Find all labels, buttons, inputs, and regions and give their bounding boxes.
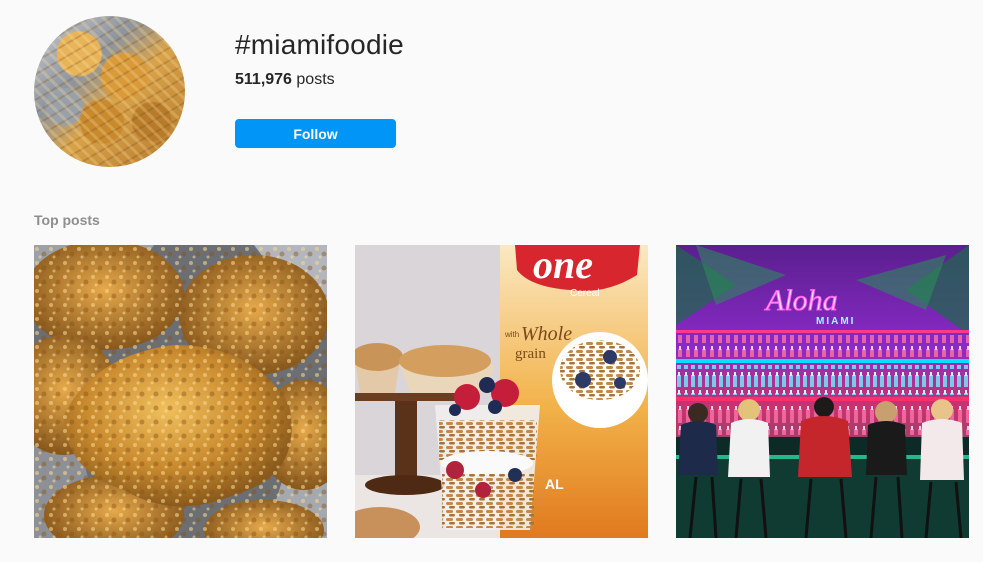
top-posts-heading: Top posts — [34, 212, 100, 228]
box-whole-text: Whole — [521, 323, 572, 345]
post-count: 511,976 posts — [235, 70, 335, 90]
neon-sign-aloha: Aloha — [764, 284, 838, 317]
post-count-label: posts — [296, 71, 335, 88]
box-grain-text: grain — [515, 346, 546, 362]
box-cereal-text: Cereal — [570, 288, 599, 299]
post-image-cereal-parfait: one Cereal with Whole grain AL — [355, 245, 648, 538]
box-brand-text: one — [533, 245, 593, 287]
hashtag-title: #miamifoodie — [235, 29, 404, 60]
post-image-neon-bar: Aloha MIAMI — [676, 245, 969, 538]
post-count-number: 511,976 — [235, 71, 292, 88]
top-post-1[interactable] — [34, 245, 327, 538]
top-post-3[interactable]: Aloha MIAMI — [676, 245, 969, 538]
hashtag-avatar — [34, 16, 185, 167]
box-with-text: with — [504, 330, 519, 339]
box-flavor-text: AL — [545, 476, 564, 492]
post-image-fried-chicken — [34, 245, 327, 538]
follow-button[interactable]: Follow — [235, 119, 396, 148]
top-post-2[interactable]: one Cereal with Whole grain AL — [355, 245, 648, 538]
neon-sign-miami: MIAMI — [816, 316, 855, 327]
